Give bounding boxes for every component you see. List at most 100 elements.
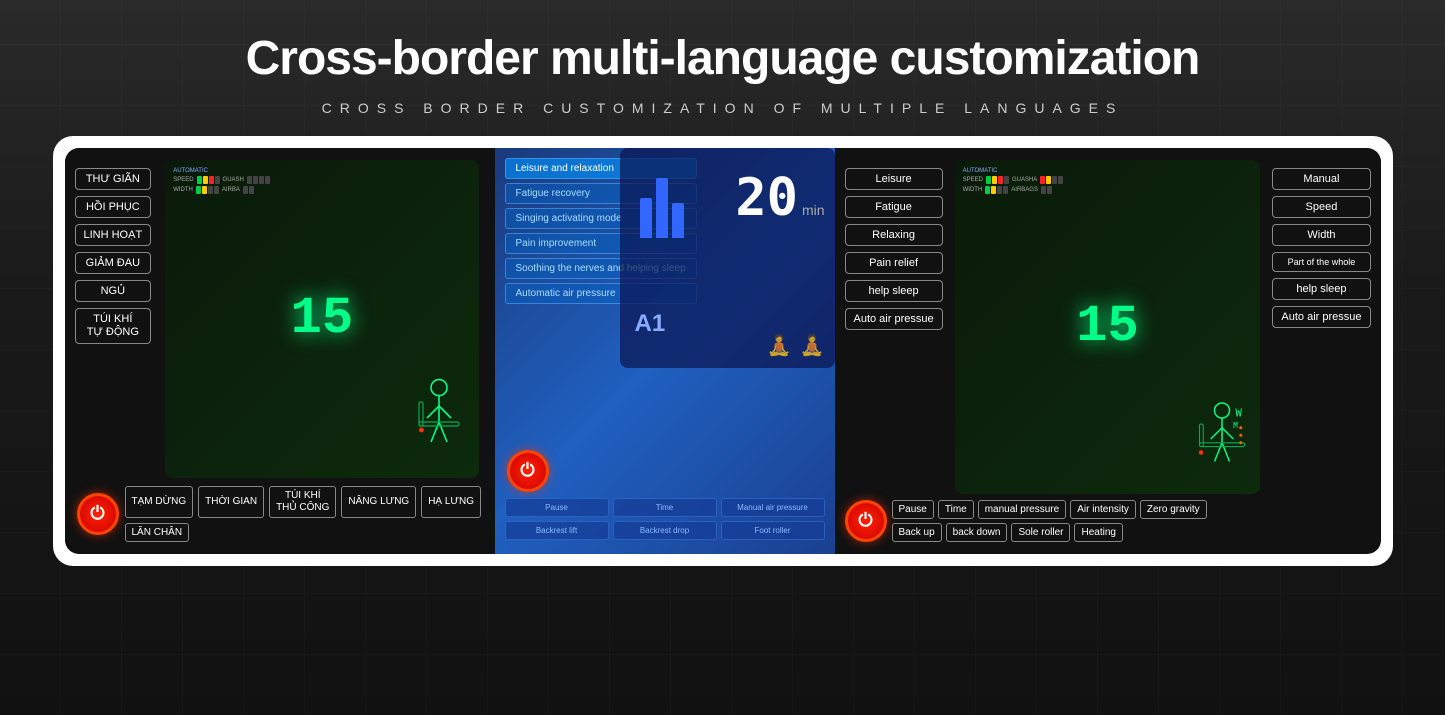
panel-eng: Leisure Fatigue Relaxing Pain relief hel…	[835, 148, 1381, 554]
ebar2	[992, 176, 997, 184]
eng-mode-btn-2[interactable]: Relaxing	[845, 224, 943, 246]
panel-container: THƯ GIÃN HỒI PHỤC LINH HOẠT GIẢM ĐAU NGỦ…	[53, 136, 1393, 566]
egbar2	[1046, 176, 1051, 184]
eng-bottom-row-2: Back up back down Sole roller Heating	[892, 523, 1371, 542]
eng-mode-btn-4[interactable]: help sleep	[845, 280, 943, 302]
viet-mode-btn-0[interactable]: THƯ GIÃN	[75, 168, 152, 190]
eng-right-btn-0[interactable]: Manual	[1272, 168, 1370, 190]
eng-mode-btn-0[interactable]: Leisure	[845, 168, 943, 190]
viet-width-bars	[196, 186, 219, 194]
eng-right-btn-5[interactable]: Auto air pressue	[1272, 306, 1370, 328]
wbar1	[196, 186, 201, 194]
svg-text:W: W	[1236, 407, 1243, 419]
panel-inner: THƯ GIÃN HỒI PHỤC LINH HOẠT GIẢM ĐAU NGỦ…	[65, 148, 1381, 554]
eng-right-btn-2[interactable]: Width	[1272, 224, 1370, 246]
viet-bottom-buttons: TẠM DỪNG THỜI GIAN TÚI KHÍTHỦ CÔNG NÂNG …	[125, 486, 483, 542]
eng-screen-number: 15	[1076, 297, 1138, 356]
eng-bottom-sole-roller[interactable]: Sole roller	[1011, 523, 1070, 542]
eng-right-btn-4[interactable]: help sleep	[1272, 278, 1370, 300]
viet-width-label: WIDTH	[173, 187, 193, 193]
viet-bottom-btn-4[interactable]: HẠ LƯNG	[421, 486, 481, 518]
bar2	[203, 176, 208, 184]
eng-figure: W M	[1192, 399, 1252, 479]
eng-bottom-zero-gravity[interactable]: Zero gravity	[1140, 500, 1207, 519]
viet-left-buttons: THƯ GIÃN HỒI PHỤC LINH HOẠT GIẢM ĐAU NGỦ…	[75, 160, 152, 478]
viet-airba-label: AIRBA	[222, 187, 240, 193]
blue-icons: 🧘 🧘	[767, 333, 825, 358]
eng-screen-inner: AUTOMATIC SPEED GUASHA	[955, 160, 1261, 494]
eng-bottom-manual-pressure[interactable]: manual pressure	[978, 500, 1066, 519]
viet-bottom-btn-3[interactable]: NÂNG LƯNG	[341, 486, 416, 518]
eng-power-icon: ⏻	[858, 510, 872, 531]
eng-bottom-air-intensity[interactable]: Air intensity	[1070, 500, 1136, 519]
blue-ctrl-pause[interactable]: Pause	[505, 498, 609, 517]
viet-bottom-btn-0[interactable]: TẠM DỪNG	[125, 486, 194, 518]
viet-mode-btn-5[interactable]: TÚI KHÍTỰ ĐỘNG	[75, 308, 152, 344]
abar2	[249, 186, 254, 194]
egbar1	[1040, 176, 1045, 184]
blue-ctrl-row-2: Backrest lift Backrest drop Foot roller	[505, 521, 825, 540]
viet-mode-btn-4[interactable]: NGỦ	[75, 280, 152, 302]
viet-speed-indicator: AUTOMATIC SPEED GUASH	[173, 168, 270, 196]
viet-bottom-btn-1[interactable]: THỜI GIAN	[198, 486, 264, 518]
eng-left-buttons: Leisure Fatigue Relaxing Pain relief hel…	[845, 160, 943, 494]
viet-screen: AUTOMATIC SPEED GUASH	[165, 160, 478, 478]
eng-bottom-pause[interactable]: Pause	[892, 500, 934, 519]
blue-ctrl-time[interactable]: Time	[613, 498, 717, 517]
viet-bottom-btn-2[interactable]: TÚI KHÍTHỦ CÔNG	[269, 486, 336, 518]
blue-ctrl-foot-roller[interactable]: Foot roller	[721, 521, 825, 540]
viet-bottom-controls: ⏻ TẠM DỪNG THỜI GIAN TÚI KHÍTHỦ CÔNG NÂN…	[75, 486, 485, 542]
panel-blue: Leisure and relaxation Fatigue recovery …	[495, 148, 835, 554]
wbar3	[208, 186, 213, 194]
viet-speed-label: SPEED	[173, 177, 193, 183]
ewbar3	[997, 186, 1002, 194]
blue-power-button[interactable]: ⏻	[507, 450, 549, 492]
viet-airba-bars	[243, 186, 254, 194]
blue-bar-chart	[640, 178, 684, 238]
eng-mode-btn-5[interactable]: Auto air pressue	[845, 308, 943, 330]
eng-content: Leisure Fatigue Relaxing Pain relief hel…	[845, 160, 1371, 494]
ewbar4	[1003, 186, 1008, 194]
svg-text:M: M	[1234, 420, 1239, 429]
blue-bar-3	[672, 203, 684, 238]
gbar3	[259, 176, 264, 184]
viet-mode-btn-1[interactable]: HỒI PHỤC	[75, 196, 152, 218]
viet-width-row: WIDTH AIRBA	[173, 186, 270, 194]
viet-bottom-btn-5[interactable]: LĂN CHÂN	[125, 523, 190, 542]
eng-person-svg: W M	[1192, 399, 1252, 479]
viet-mode-btn-3[interactable]: GIẢM ĐAU	[75, 252, 152, 274]
viet-mode-btn-2[interactable]: LINH HOẠT	[75, 224, 152, 246]
viet-automatic-label: AUTOMATIC	[173, 168, 270, 174]
eng-bottom-time[interactable]: Time	[938, 500, 974, 519]
eng-mode-btn-1[interactable]: Fatigue	[845, 196, 943, 218]
viet-person-svg	[409, 378, 469, 458]
eng-right-btn-1[interactable]: Speed	[1272, 196, 1370, 218]
blue-ctrl-backrest-lift[interactable]: Backrest lift	[505, 521, 609, 540]
ebar3	[998, 176, 1003, 184]
bar1	[197, 176, 202, 184]
eng-bottom-back-up[interactable]: Back up	[892, 523, 942, 542]
blue-bar-1	[640, 198, 652, 238]
blue-ctrl-backrest-drop[interactable]: Backrest drop	[613, 521, 717, 540]
blue-screen-area: 20 min A1 🧘 🧘	[620, 148, 835, 368]
panel-viet: THƯ GIÃN HỒI PHỤC LINH HOẠT GIẢM ĐAU NGỦ…	[65, 148, 495, 554]
blue-ctrl-manual-air[interactable]: Manual air pressure	[721, 498, 825, 517]
gbar1	[247, 176, 252, 184]
ewbar2	[991, 186, 996, 194]
eabar2	[1047, 186, 1052, 194]
blue-bottom-controls: Pause Time Manual air pressure Backrest …	[495, 498, 835, 544]
viet-guash-bars	[247, 176, 270, 184]
eng-automatic-label: AUTOMATIC	[963, 168, 1064, 174]
eng-bottom-back-down[interactable]: back down	[946, 523, 1008, 542]
viet-screen-inner: AUTOMATIC SPEED GUASH	[165, 160, 478, 478]
eng-power-button[interactable]: ⏻	[845, 500, 887, 542]
egbar4	[1058, 176, 1063, 184]
blue-person-icon-1: 🧘	[767, 333, 792, 358]
eng-right-btn-3[interactable]: Part of the whole	[1272, 252, 1370, 272]
eng-mode-btn-3[interactable]: Pain relief	[845, 252, 943, 274]
gbar4	[265, 176, 270, 184]
gbar2	[253, 176, 258, 184]
viet-power-button[interactable]: ⏻	[77, 493, 119, 535]
eng-bottom-heating[interactable]: Heating	[1074, 523, 1122, 542]
blue-bar-2	[656, 178, 668, 238]
